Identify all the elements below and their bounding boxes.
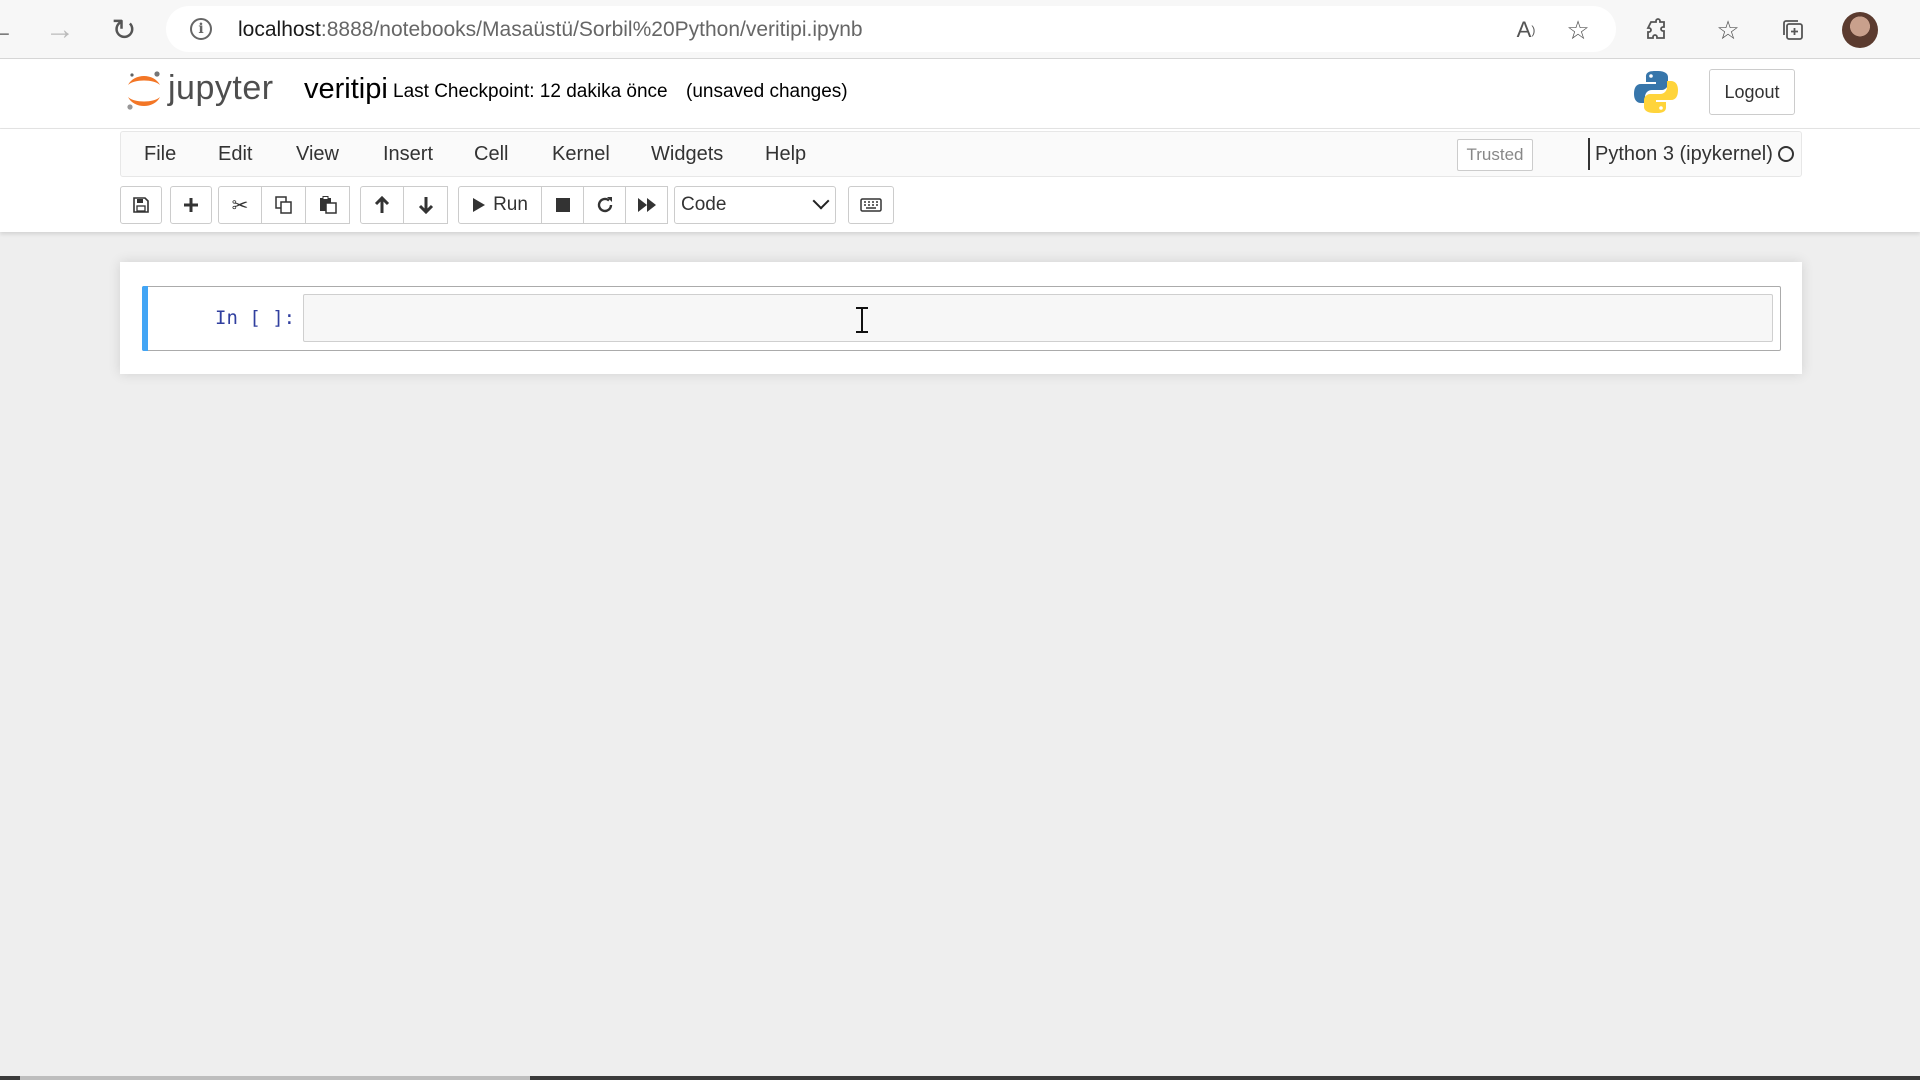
checkpoint-status: Last Checkpoint: 12 dakika önce (393, 81, 668, 102)
text-cursor-icon (855, 306, 869, 334)
move-down-button[interactable] (404, 186, 448, 224)
cut-icon: ✂ (231, 194, 249, 217)
run-label: Run (493, 194, 528, 215)
python-logo-icon (1634, 71, 1678, 113)
site-info-icon[interactable]: i (190, 18, 212, 40)
move-down-icon (418, 197, 433, 214)
menu-help[interactable]: Help (765, 143, 806, 166)
menu-widgets[interactable]: Widgets (651, 143, 723, 166)
read-aloud-icon[interactable]: A) (1508, 12, 1544, 48)
jupyter-logo-text[interactable]: jupyter (168, 69, 274, 108)
kernel-name[interactable]: Python 3 (ipykernel) (1595, 143, 1773, 166)
favorites-icon[interactable]: ☆ (1710, 12, 1746, 48)
url-text[interactable]: localhost:8888/notebooks/Masaüstü/Sorbil… (238, 18, 863, 42)
cell-selected-indicator (142, 286, 148, 351)
autosave-status: (unsaved changes) (686, 81, 848, 102)
add-favorite-icon[interactable]: ☆ (1560, 12, 1596, 48)
notebook-header: jupyter veritipi Last Checkpoint: 12 dak… (0, 59, 1920, 129)
url-host: localhost (238, 18, 321, 41)
paste-button[interactable] (306, 186, 350, 224)
menubar-container: File Edit View Insert Cell Kernel Widget… (0, 129, 1920, 232)
menu-view[interactable]: View (296, 143, 339, 166)
profile-avatar[interactable] (1842, 12, 1878, 48)
menu-kernel[interactable]: Kernel (552, 143, 610, 166)
input-prompt: In [ ]: (215, 307, 296, 329)
interrupt-button[interactable] (542, 186, 584, 224)
run-button[interactable]: Run (458, 186, 542, 224)
notebook-name[interactable]: veritipi (304, 73, 388, 106)
copy-icon (274, 196, 292, 214)
run-icon (473, 198, 486, 212)
browser-toolbar: ← → ↻ i localhost:8888/notebooks/Masaüst… (0, 0, 1920, 59)
move-up-button[interactable] (360, 186, 404, 224)
interrupt-icon (555, 198, 570, 212)
extensions-icon[interactable] (1638, 12, 1674, 48)
address-bar[interactable]: i localhost:8888/notebooks/Masaüstü/Sorb… (166, 6, 1616, 52)
chevron-down-icon (812, 192, 830, 210)
cell-type-select[interactable]: Code (674, 186, 836, 224)
trusted-indicator[interactable]: Trusted (1457, 139, 1533, 171)
insert-cell-button[interactable] (170, 186, 212, 224)
restart-button[interactable] (584, 186, 626, 224)
collections-icon[interactable] (1775, 12, 1811, 48)
add-cell-icon (184, 198, 198, 212)
restart-run-all-button[interactable] (626, 186, 668, 224)
kernel-idle-icon (1778, 146, 1794, 162)
jupyter-logo-icon[interactable] (124, 69, 164, 113)
restart-run-all-icon (637, 198, 656, 212)
cell-type-value: Code (681, 194, 727, 215)
url-path: :8888/notebooks/Masaüstü/Sorbil%20Python… (320, 18, 863, 41)
command-palette-button[interactable] (848, 186, 894, 224)
save-button[interactable] (120, 186, 162, 224)
move-up-icon (374, 196, 390, 213)
back-icon[interactable]: ← (0, 10, 20, 50)
refresh-icon[interactable]: ↻ (104, 10, 144, 50)
code-cell[interactable]: In [ ]: (142, 286, 1781, 351)
forward-icon[interactable]: → (40, 10, 80, 50)
menubar: File Edit View Insert Cell Kernel Widget… (120, 131, 1802, 177)
paste-icon (319, 196, 337, 214)
copy-button[interactable] (262, 186, 306, 224)
notebook-container: In [ ]: (120, 262, 1802, 374)
code-editor[interactable] (303, 294, 1773, 342)
restart-icon (597, 197, 612, 213)
kernel-separator (1588, 138, 1590, 170)
menu-edit[interactable]: Edit (218, 143, 252, 166)
save-icon (133, 197, 149, 213)
logout-button[interactable]: Logout (1709, 69, 1795, 115)
keyboard-icon (860, 198, 882, 212)
menu-file[interactable]: File (144, 143, 176, 166)
menu-cell[interactable]: Cell (474, 143, 508, 166)
cut-button[interactable]: ✂ (218, 186, 262, 224)
screen-bottom-edge (0, 1076, 1920, 1080)
menu-insert[interactable]: Insert (383, 143, 433, 166)
